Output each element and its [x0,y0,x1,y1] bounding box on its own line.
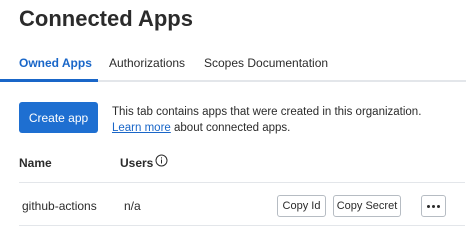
info-circle-icon[interactable] [155,154,168,167]
learn-more-link[interactable]: Learn more [112,122,171,134]
tab-owned-apps[interactable]: Owned Apps [19,56,92,70]
info-text: This tab contains apps that were created… [112,104,452,136]
info-text-suffix: about connected apps. [170,122,291,134]
column-header-users: Users [120,156,154,170]
table-divider [19,182,465,183]
page-title: Connected Apps [19,6,193,31]
create-app-button[interactable]: Create app [19,102,98,133]
tab-authorizations[interactable]: Authorizations [109,56,185,70]
info-text-prefix: This tab contains apps that were created… [112,106,422,118]
more-horizontal-icon [427,204,440,208]
copy-secret-button[interactable]: Copy Secret [333,195,401,217]
row-users-value: n/a [124,199,141,213]
table-row-divider [19,225,465,226]
row-app-name: github-actions [22,199,97,213]
tab-scopes-documentation[interactable]: Scopes Documentation [204,56,328,70]
active-tab-indicator [0,79,98,82]
column-header-name: Name [19,156,52,170]
tab-bar: Owned Apps Authorizations Scopes Documen… [0,52,466,82]
row-more-button[interactable] [421,195,446,217]
copy-id-button[interactable]: Copy Id [277,195,326,217]
